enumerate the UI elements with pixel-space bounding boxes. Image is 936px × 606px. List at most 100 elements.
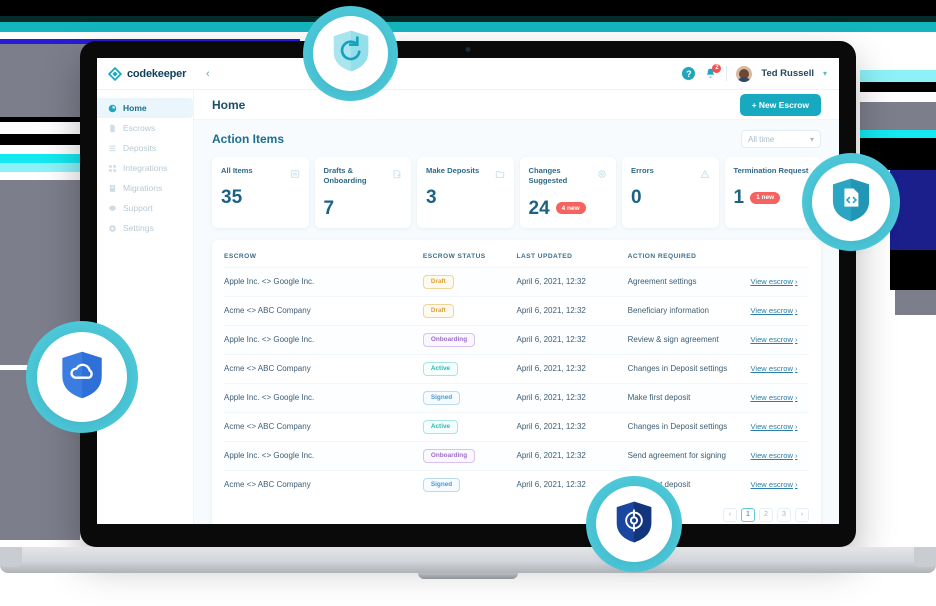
stat-card-all-items[interactable]: All Items 35: [212, 157, 309, 228]
cell-action-required: Beneficiary information: [627, 306, 709, 315]
cell-last-updated: April 6, 2021, 12:32: [516, 364, 586, 373]
folder-icon: [495, 166, 505, 178]
sidebar-item-label: Migrations: [123, 183, 163, 193]
cell-last-updated: April 6, 2021, 12:32: [516, 451, 586, 460]
badge-disc: [812, 163, 890, 241]
status-badge: Active: [422, 361, 459, 376]
pagination-page-3[interactable]: 3: [777, 507, 791, 522]
view-escrow-link[interactable]: View escrow ›: [750, 393, 797, 402]
sidebar-item-integrations[interactable]: Integrations: [97, 158, 193, 178]
sidebar-item-deposits[interactable]: Deposits: [97, 138, 193, 158]
stat-card-value: 35: [221, 187, 243, 209]
view-escrow-link[interactable]: View escrow ›: [750, 364, 797, 373]
view-escrow-link[interactable]: View escrow ›: [750, 277, 797, 286]
table-row[interactable]: Acme <> ABC Company Signed April 6, 2021, …: [224, 470, 809, 499]
stat-card-label: Termination Request: [733, 166, 809, 175]
section-header: Action Items All time ▾: [212, 130, 821, 148]
help-circle-icon[interactable]: ?: [682, 67, 696, 80]
sidebar-item-label: Support: [123, 203, 153, 213]
table-row[interactable]: Acme <> ABC Company Active April 6, 2021, …: [224, 412, 809, 441]
action-items-table: ESCROW ESCROW STATUS LAST UPDATED ACTION…: [224, 248, 809, 499]
cell-status: Draft: [422, 267, 517, 296]
sidebar-item-label: Home: [123, 103, 147, 113]
warning-triangle-icon: [700, 166, 710, 178]
laptop-frame: codekeeper ‹ ? 2 Ted Russell ▾ Home Escr…: [80, 41, 856, 547]
sidebar-item-label: Settings: [123, 223, 154, 233]
pagination-next[interactable]: ›: [795, 507, 809, 522]
status-badge: Onboarding: [422, 332, 476, 347]
table-header-row: ESCROW ESCROW STATUS LAST UPDATED ACTION…: [224, 248, 809, 268]
column-header-actions: [750, 248, 809, 268]
table-row[interactable]: Apple Inc. <> Google Inc. Draft April 6, 2…: [224, 267, 809, 296]
chevron-down-icon[interactable]: ▾: [823, 69, 827, 78]
chevron-left-icon[interactable]: ‹: [206, 68, 210, 80]
webcam-icon: [465, 47, 471, 52]
view-escrow-link[interactable]: View escrow ›: [750, 451, 797, 460]
laptop-base: [0, 547, 936, 573]
cell-action-required: Review & sign agreement: [627, 335, 719, 344]
stat-card-drafts-onboarding[interactable]: Drafts & Onboarding 7: [314, 157, 411, 228]
shield-refresh-icon: [332, 29, 370, 78]
screenshot-stage: codekeeper ‹ ? 2 Ted Russell ▾ Home Escr…: [0, 0, 936, 606]
topbar-actions: ? 2 Ted Russell ▾: [682, 63, 839, 82]
cell-escrow: Apple Inc. <> Google Inc.: [224, 451, 315, 460]
table-row[interactable]: Apple Inc. <> Google Inc. Onboarding April…: [224, 441, 809, 470]
cell-escrow: Apple Inc. <> Google Inc.: [224, 335, 315, 344]
cell-actions: View escrow ›: [750, 267, 809, 296]
new-escrow-button[interactable]: + New Escrow: [739, 93, 821, 116]
sidebar-item-settings[interactable]: Settings: [97, 218, 193, 238]
table-row[interactable]: Apple Inc. <> Google Inc. Signed April 6, …: [224, 383, 809, 412]
chat-bubble-icon: [108, 204, 117, 213]
shield-target-badge: [586, 476, 682, 572]
cell-action-required: Send agreement for signing: [627, 451, 726, 460]
user-name[interactable]: Ted Russell: [761, 68, 814, 79]
stat-card-make-deposits[interactable]: Make Deposits 3: [417, 157, 514, 228]
sidebar-item-migrations[interactable]: Migrations: [97, 178, 193, 198]
pagination-page-1[interactable]: 1: [741, 507, 755, 522]
codekeeper-app: codekeeper ‹ ? 2 Ted Russell ▾ Home Escr…: [97, 58, 839, 524]
sidebar-item-label: Deposits: [123, 143, 157, 153]
view-escrow-link[interactable]: View escrow ›: [750, 335, 797, 344]
cell-status: Onboarding: [422, 325, 517, 354]
list-box-icon: [290, 166, 300, 178]
shield-target-icon: [615, 500, 653, 549]
cell-escrow: Acme <> ABC Company: [224, 364, 311, 373]
time-filter-select[interactable]: All time ▾: [741, 130, 821, 148]
avatar[interactable]: [736, 65, 753, 82]
action-items-title: Action Items: [212, 132, 285, 146]
stat-card-label: Drafts & Onboarding: [323, 166, 367, 186]
sidebar-item-home[interactable]: Home: [97, 98, 193, 118]
sidebar-item-label: Escrows: [123, 123, 156, 133]
status-badge: Active: [422, 419, 459, 434]
gear-icon: [108, 224, 117, 233]
status-badge: Draft: [422, 274, 454, 289]
brand-logo[interactable]: codekeeper: [97, 66, 194, 81]
cell-status: Onboarding: [422, 441, 517, 470]
bell-icon[interactable]: 2: [704, 63, 722, 81]
status-badge: Onboarding: [422, 448, 476, 463]
table-row[interactable]: Acme <> ABC Company Active April 6, 2021, …: [224, 354, 809, 383]
stat-card-changes-suggested[interactable]: Changes Suggested 24 4 new: [519, 157, 616, 228]
pagination-page-2[interactable]: 2: [759, 507, 773, 522]
cell-actions: View escrow ›: [750, 354, 809, 383]
stat-card-value: 3: [426, 187, 437, 209]
table-row[interactable]: Apple Inc. <> Google Inc. Onboarding April…: [224, 325, 809, 354]
column-header-escrow: ESCROW: [224, 252, 257, 260]
archive-icon: [108, 184, 117, 193]
view-escrow-link[interactable]: View escrow ›: [750, 306, 797, 315]
cell-action-required: Agreement settings: [627, 277, 697, 286]
column-header-last-updated: LAST UPDATED: [516, 252, 573, 260]
chevron-down-icon: ▾: [809, 134, 814, 144]
laptop-screen: codekeeper ‹ ? 2 Ted Russell ▾ Home Escr…: [97, 58, 839, 524]
view-escrow-link[interactable]: View escrow ›: [750, 422, 797, 431]
view-escrow-link[interactable]: View escrow ›: [750, 480, 797, 489]
sidebar: Home Escrows Deposits Integrations Migra…: [97, 90, 194, 524]
edit-document-icon: [392, 166, 402, 179]
sidebar-item-escrows[interactable]: Escrows: [97, 118, 193, 138]
stat-card-errors[interactable]: Errors 0: [622, 157, 719, 228]
sidebar-item-support[interactable]: Support: [97, 198, 193, 218]
shield-cloud-badge: [26, 321, 138, 433]
table-row[interactable]: Acme <> ABC Company Draft April 6, 2021, 1…: [224, 296, 809, 325]
pagination-prev[interactable]: ›: [723, 507, 737, 522]
stat-card-label: Changes Suggested: [528, 166, 568, 186]
